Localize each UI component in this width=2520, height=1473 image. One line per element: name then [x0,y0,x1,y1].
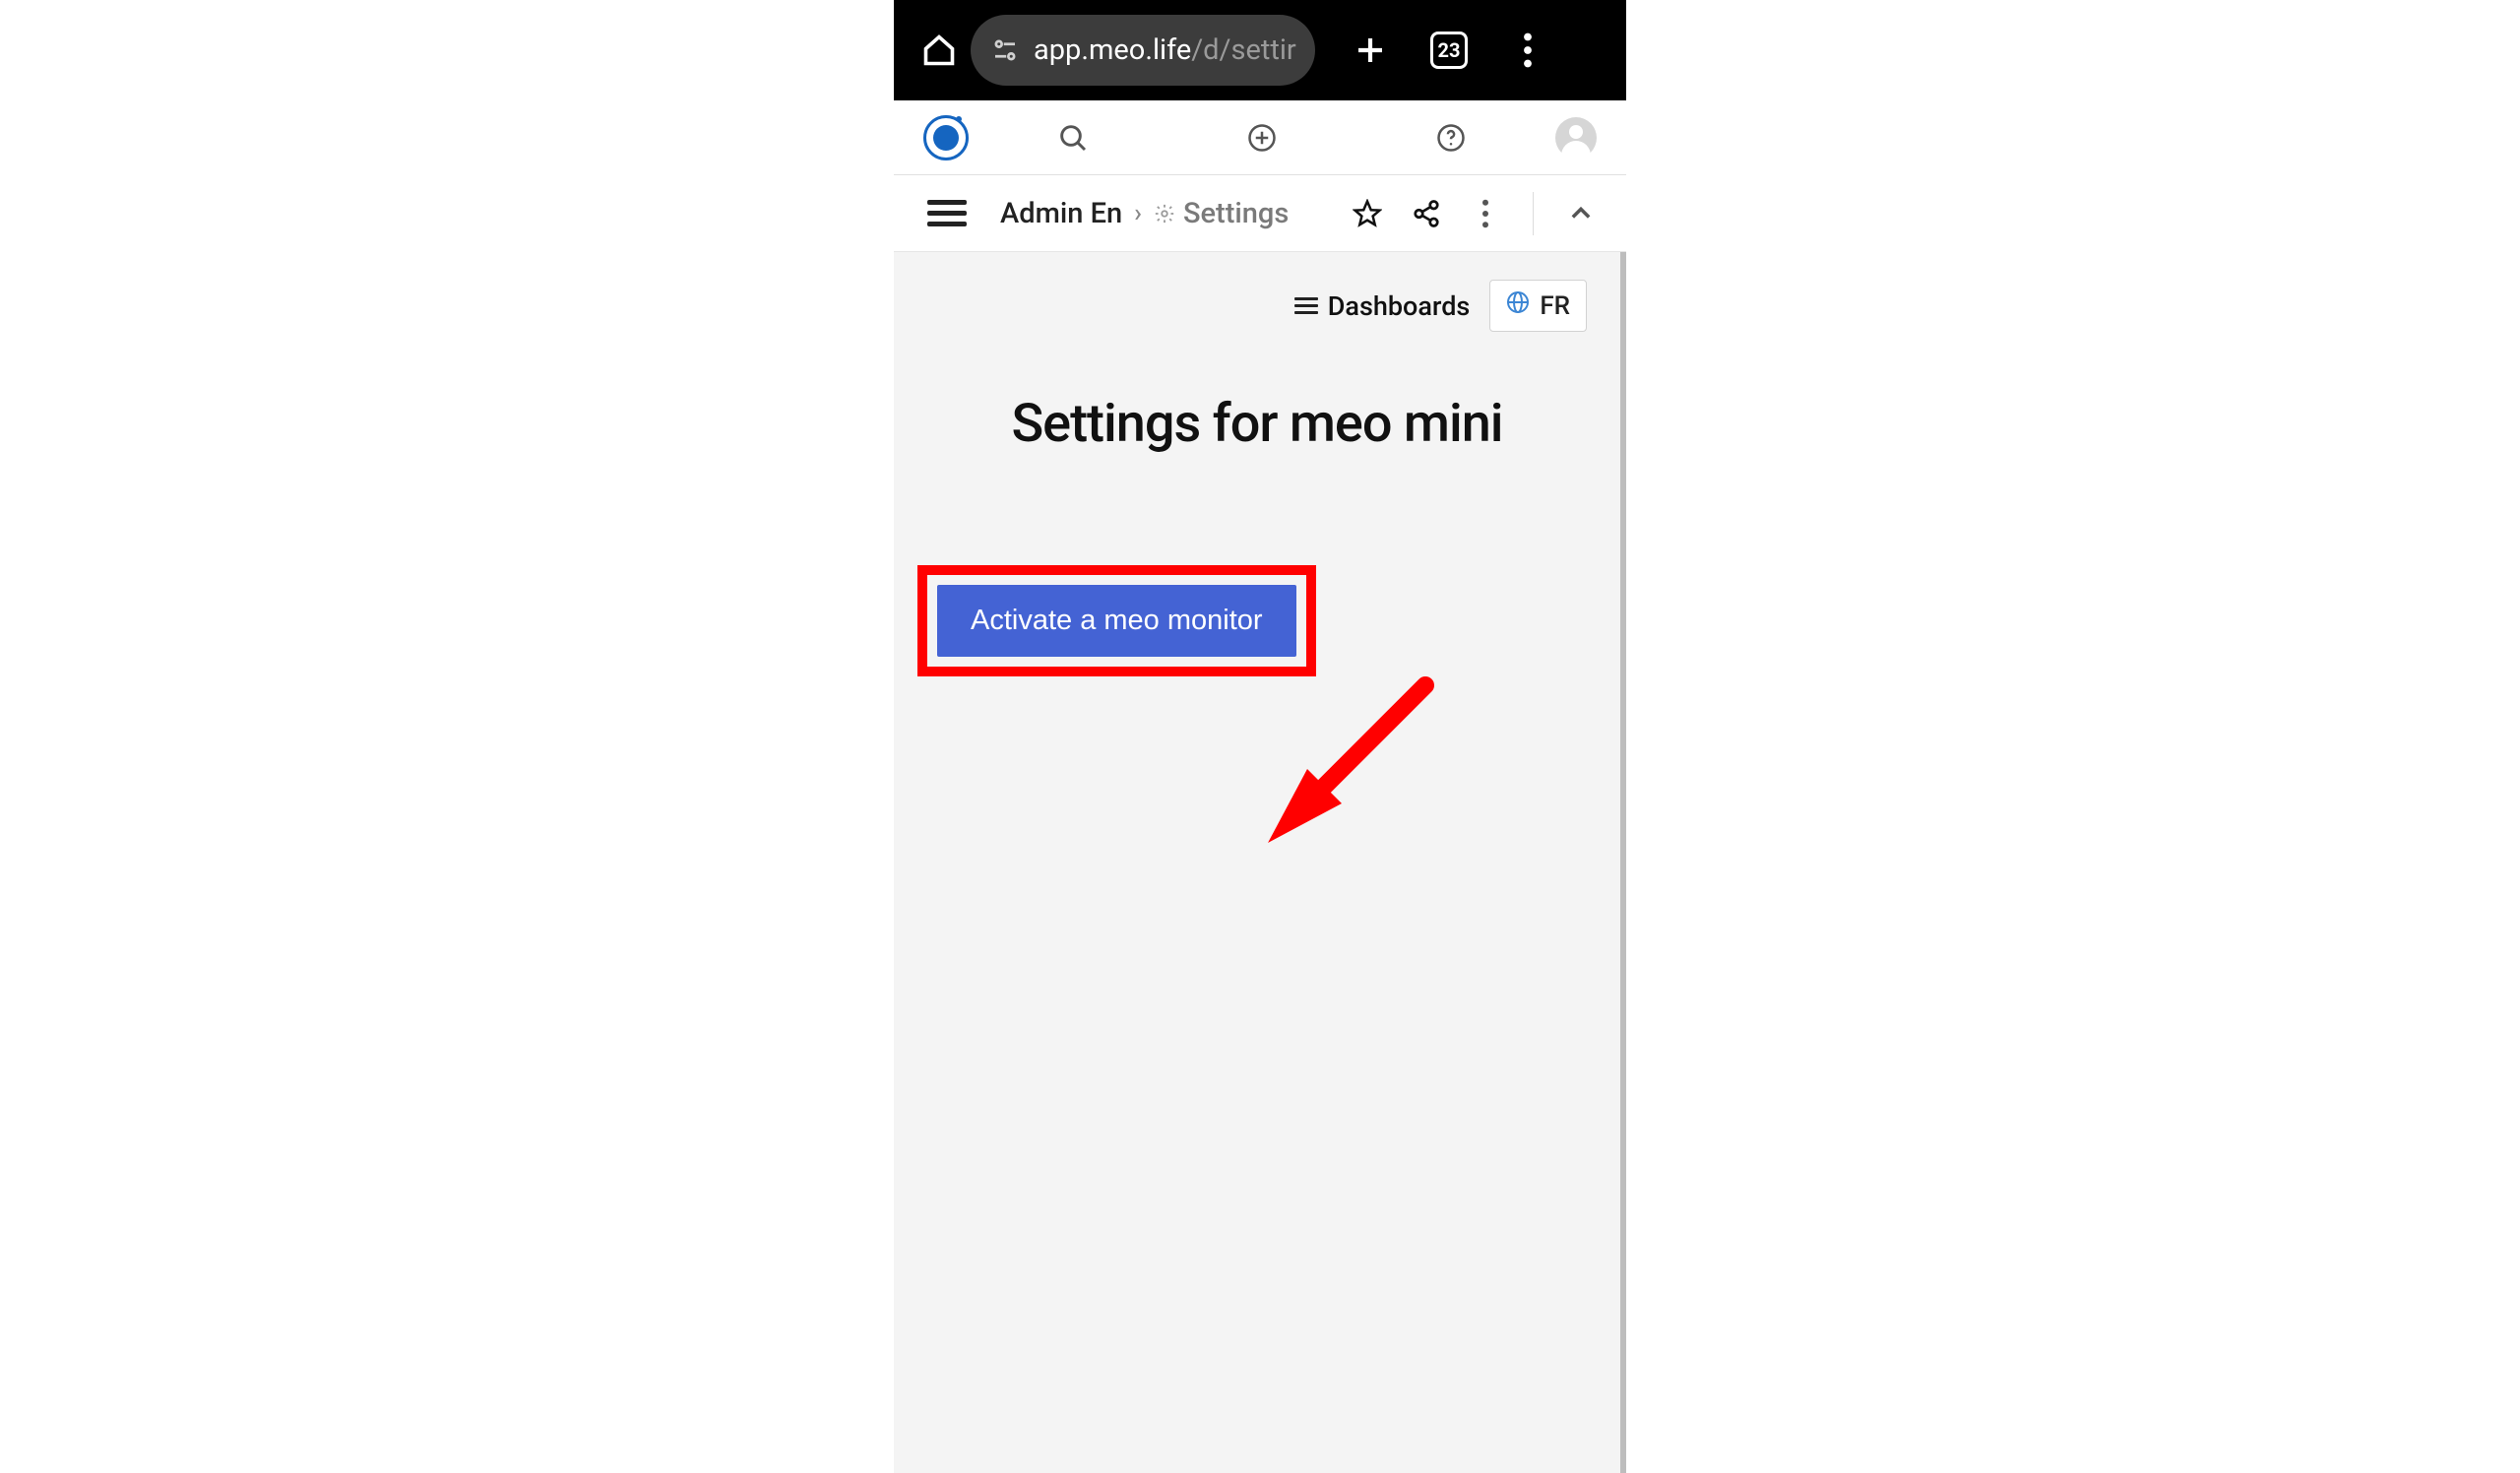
share-icon[interactable] [1411,198,1442,229]
breadcrumb-actions [1352,192,1597,235]
star-icon[interactable] [1352,198,1383,229]
phone-viewport: app.meo.life/d/settir 23 [894,0,1626,1473]
dashboards-link[interactable]: Dashboards [1294,290,1471,322]
more-icon[interactable] [1470,198,1501,229]
breadcrumb-settings[interactable]: Settings [1154,197,1289,230]
browser-menu-icon[interactable] [1504,27,1551,74]
language-label: FR [1540,291,1570,321]
activate-monitor-button[interactable]: Activate a meo monitor [937,585,1296,657]
url-domain: app.meo.life [1034,33,1191,67]
home-icon[interactable] [921,32,957,68]
breadcrumb-bar: Admin En › Settings [894,175,1626,252]
globe-icon [1506,290,1530,321]
new-tab-icon[interactable] [1347,27,1394,74]
url-bar[interactable]: app.meo.life/d/settir [971,15,1315,86]
page-title: Settings for meo mini [927,393,1587,455]
search-icon[interactable] [1055,120,1091,156]
help-icon[interactable] [1433,120,1469,156]
url-path: /d/settir [1191,33,1295,67]
app-header [894,100,1626,175]
content-top-row: Dashboards FR [927,280,1587,332]
add-icon[interactable] [1244,120,1280,156]
language-button[interactable]: FR [1489,280,1587,332]
browser-bar: app.meo.life/d/settir 23 [894,0,1626,100]
content-area: Dashboards FR Settings for meo mini [894,252,1626,1473]
avatar-icon[interactable] [1555,117,1597,159]
list-icon [1294,297,1318,314]
breadcrumb-separator: › [1134,199,1142,228]
divider [1533,192,1534,235]
tab-count-badge[interactable]: 23 [1425,27,1473,74]
annotation-arrow [1248,675,1445,853]
tab-count: 23 [1438,38,1461,62]
breadcrumb-user[interactable]: Admin En [1000,197,1122,230]
site-info-icon[interactable] [990,35,1020,65]
app-logo-icon[interactable] [923,115,969,160]
annotation-highlight-box: Activate a meo monitor [917,565,1316,676]
url-text: app.meo.life/d/settir [1034,33,1296,67]
chevron-up-icon[interactable] [1565,198,1597,229]
breadcrumb: Admin En › Settings [1000,197,1289,230]
hamburger-icon[interactable] [927,200,967,226]
breadcrumb-settings-label: Settings [1183,197,1289,230]
gear-icon [1154,203,1175,224]
dashboards-label: Dashboards [1328,290,1471,322]
